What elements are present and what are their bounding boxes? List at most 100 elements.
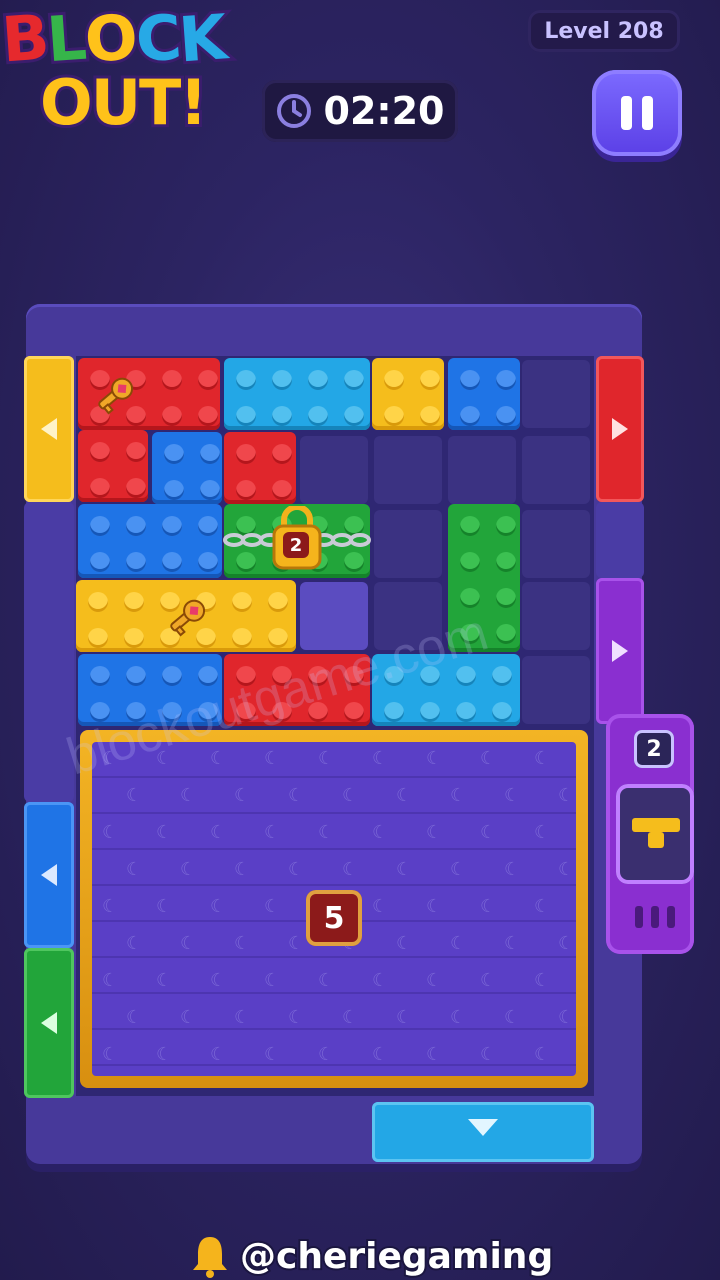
key-icon <box>98 377 134 415</box>
grid-cell <box>374 510 442 578</box>
moon-pattern: ☾ <box>534 822 551 843</box>
brick-stud <box>268 628 288 648</box>
moon-pattern: ☾ <box>156 822 173 843</box>
brick-stud <box>90 516 110 536</box>
t-piece-icon <box>632 818 680 848</box>
brick-stud <box>420 702 440 722</box>
exit-door-yellow-left <box>24 356 74 502</box>
moon-pattern: ☾ <box>288 1007 305 1028</box>
brick-stud <box>344 370 364 390</box>
moon-pattern: ☾ <box>264 822 281 843</box>
brick-stud <box>90 666 110 686</box>
wall-segment <box>24 502 74 802</box>
moon-pattern: ☾ <box>534 970 551 991</box>
grid-cell <box>522 436 590 504</box>
brick-stud <box>236 444 256 464</box>
moon-pattern: ☾ <box>318 748 335 769</box>
moon-pattern: ☾ <box>480 822 497 843</box>
brick-stud <box>90 552 110 572</box>
brick-stud <box>308 406 328 426</box>
brick-stud <box>200 480 220 500</box>
brick-stud <box>496 406 516 426</box>
moon-pattern: ☾ <box>426 1044 443 1065</box>
brick-stud <box>236 480 256 500</box>
moon-pattern: ☾ <box>396 933 413 954</box>
moon-pattern: ☾ <box>342 1007 359 1028</box>
moon-pattern: ☾ <box>210 970 227 991</box>
creator-handle: @cheriegaming <box>190 1234 590 1279</box>
moon-pattern: ☾ <box>288 859 305 880</box>
moon-pattern: ☾ <box>426 822 443 843</box>
exit-door-red-right <box>596 356 644 502</box>
brick-stud <box>162 666 182 686</box>
moon-pattern: ☾ <box>396 785 413 806</box>
brick-stud <box>126 666 146 686</box>
moon-pattern: ☾ <box>504 1007 521 1028</box>
arrow-right-icon <box>612 418 628 440</box>
moon-pattern: ☾ <box>534 748 551 769</box>
brick-stud <box>124 592 144 612</box>
moon-pattern: ☾ <box>180 933 197 954</box>
brick-stud <box>126 442 146 462</box>
moon-pattern: ☾ <box>480 748 497 769</box>
moon-pattern: ☾ <box>210 822 227 843</box>
dispenser-count: 2 <box>634 730 674 768</box>
brick-stud <box>344 406 364 426</box>
level-indicator: Level 208 <box>528 10 680 52</box>
brick-stud <box>272 370 292 390</box>
pause-button[interactable] <box>592 70 682 156</box>
grid-cell <box>522 360 590 428</box>
brick-stud <box>126 552 146 572</box>
brick-stud <box>460 552 480 572</box>
moon-pattern: ☾ <box>210 748 227 769</box>
moon-pattern: ☾ <box>126 785 143 806</box>
brick-stud <box>90 478 110 498</box>
brick-stud <box>90 442 110 462</box>
moon-pattern: ☾ <box>480 896 497 917</box>
brick-stud <box>308 370 328 390</box>
handle-text: @cheriegaming <box>238 1234 555 1279</box>
moon-pattern: ☾ <box>102 1044 119 1065</box>
arrow-left-icon <box>41 864 57 886</box>
moon-pattern: ☾ <box>342 859 359 880</box>
brick-stud <box>124 628 144 648</box>
grid-cell <box>522 656 590 724</box>
brick-stud <box>420 406 440 426</box>
brick-stud <box>496 552 516 572</box>
moon-pattern: ☾ <box>264 970 281 991</box>
grid-cell <box>300 436 368 504</box>
moon-pattern: ☾ <box>450 933 467 954</box>
brick-stud <box>126 516 146 536</box>
exit-door-green-left <box>24 948 74 1098</box>
moon-pattern: ☾ <box>426 748 443 769</box>
lock-count-badge: 2 <box>283 532 309 558</box>
moon-pattern: ☾ <box>558 933 575 954</box>
brick-stud <box>496 516 516 536</box>
grid-cell <box>374 436 442 504</box>
arrow-left-icon <box>41 418 57 440</box>
brick-stud <box>272 444 292 464</box>
pause-icon-bar <box>642 96 653 130</box>
brick-stud <box>88 592 108 612</box>
moon-pattern: ☾ <box>234 859 251 880</box>
timer-value: 02:20 <box>323 89 445 133</box>
moon-pattern: ☾ <box>234 933 251 954</box>
brick-stud <box>162 552 182 572</box>
key-icon <box>170 599 206 637</box>
moon-pattern: ☾ <box>504 859 521 880</box>
brick-stud <box>492 702 512 722</box>
moon-pattern: ☾ <box>264 748 281 769</box>
moon-pattern: ☾ <box>534 1044 551 1065</box>
moon-pattern: ☾ <box>372 822 389 843</box>
brick-stud <box>460 406 480 426</box>
moon-pattern: ☾ <box>180 859 197 880</box>
brick-stud <box>456 702 476 722</box>
brick-stud <box>162 370 182 390</box>
brick-stud <box>496 370 516 390</box>
exit-door-blue-left <box>24 802 74 948</box>
moon-pattern: ☾ <box>210 896 227 917</box>
brick-stud <box>384 702 404 722</box>
grid-cell <box>522 510 590 578</box>
moon-pattern: ☾ <box>372 1044 389 1065</box>
brick-stud <box>460 516 480 536</box>
